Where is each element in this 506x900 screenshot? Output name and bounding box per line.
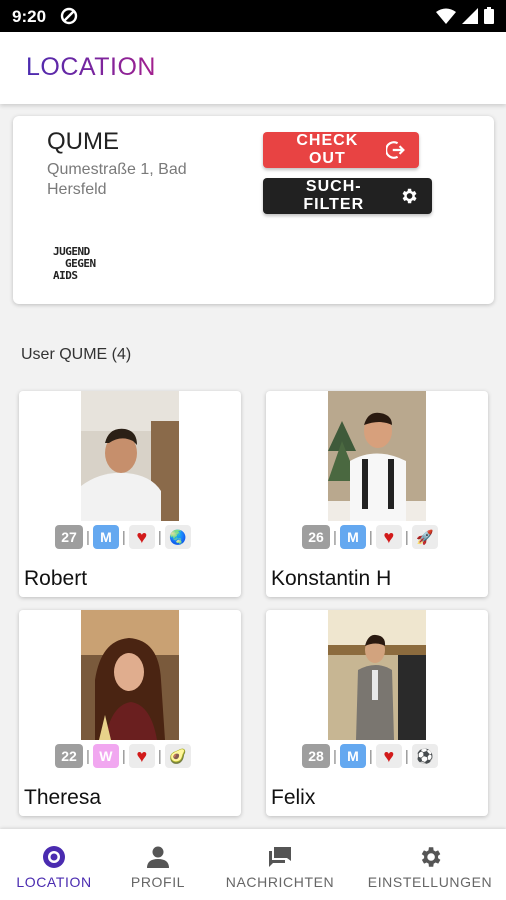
user-name: Konstantin H [271, 567, 392, 590]
user-photo [81, 610, 179, 740]
user-card[interactable]: 27 | M | ♥ | 🌏 Robert [19, 391, 241, 597]
page-title: LOCATION [26, 53, 156, 81]
user-photo [328, 391, 426, 521]
user-badges: 22 | W | ♥ | 🥑 [55, 743, 191, 769]
search-filter-button[interactable]: SUCH-FILTER [263, 178, 432, 214]
user-badges: 28 | M | ♥ | ⚽ [302, 743, 438, 769]
heart-icon: ♥ [128, 525, 155, 549]
location-card: QUME Qumestraße 1, Bad Hersfeld JUGEND G… [13, 116, 494, 304]
logout-icon [385, 141, 405, 159]
nav-item-location[interactable]: LOCATION [6, 829, 102, 900]
nav-item-nachrichten[interactable]: NACHRICHTEN [220, 829, 340, 900]
location-target-icon [43, 846, 65, 868]
age-badge: 26 [302, 525, 330, 549]
user-card[interactable]: 28 | M | ♥ | ⚽ Felix [266, 610, 488, 816]
location-name: QUME [47, 128, 119, 155]
search-filter-label: SUCH-FILTER [303, 178, 365, 213]
bottom-navigation: LOCATION PROFIL NACHRICHTEN EINSTELLUNGE… [0, 829, 506, 900]
gender-badge: M [339, 525, 366, 549]
battery-icon [484, 7, 494, 24]
user-name: Felix [271, 786, 316, 809]
soccer-ball-icon: ⚽ [411, 744, 438, 768]
gear-icon [421, 847, 441, 867]
location-address: Qumestraße 1, Bad Hersfeld [47, 161, 187, 198]
signal-icon [462, 7, 478, 24]
wifi-icon [436, 8, 456, 24]
heart-icon: ♥ [375, 744, 402, 768]
rocket-icon: 🚀 [411, 525, 438, 549]
age-badge: 22 [55, 744, 83, 768]
age-badge: 28 [302, 744, 330, 768]
user-photo [81, 391, 179, 521]
heart-icon: ♥ [128, 744, 155, 768]
chat-icon [269, 847, 291, 867]
globe-icon: 🌏 [164, 525, 191, 549]
nav-item-profil[interactable]: PROFIL [118, 829, 198, 900]
user-name: Theresa [24, 786, 102, 809]
nav-label-einstellungen: EINSTELLUNGEN [367, 874, 493, 890]
gender-badge: M [92, 525, 119, 549]
person-icon [147, 846, 169, 868]
users-section-title: User QUME (4) [21, 346, 132, 363]
gender-badge: W [92, 744, 119, 768]
data-saver-icon [60, 7, 78, 25]
nav-item-einstellungen[interactable]: EINSTELLUNGEN [362, 829, 498, 900]
gender-badge: M [339, 744, 366, 768]
check-out-label: CHECK OUT [296, 132, 359, 167]
user-photo [328, 610, 426, 740]
app-bar: LOCATION [0, 32, 506, 104]
nav-label-profil: PROFIL [130, 874, 186, 890]
user-badges: 26 | M | ♥ | 🚀 [302, 524, 438, 550]
nav-label-nachrichten: NACHRICHTEN [225, 874, 335, 890]
age-badge: 27 [55, 525, 83, 549]
heart-icon: ♥ [375, 525, 402, 549]
nav-label-location: LOCATION [16, 874, 92, 890]
gear-icon [402, 188, 417, 204]
user-badges: 27 | M | ♥ | 🌏 [55, 524, 191, 550]
status-bar: 9:20 [0, 0, 506, 32]
status-time: 9:20 [12, 7, 47, 26]
avocado-icon: 🥑 [164, 744, 191, 768]
user-name: Robert [24, 567, 88, 590]
user-card[interactable]: 26 | M | ♥ | 🚀 Konstantin H [266, 391, 488, 597]
check-out-button[interactable]: CHECK OUT [263, 132, 419, 168]
jugend-gegen-aids-logo: JUGEND GEGEN AIDS [53, 245, 96, 282]
user-card[interactable]: 22 | W | ♥ | 🥑 Theresa [19, 610, 241, 816]
